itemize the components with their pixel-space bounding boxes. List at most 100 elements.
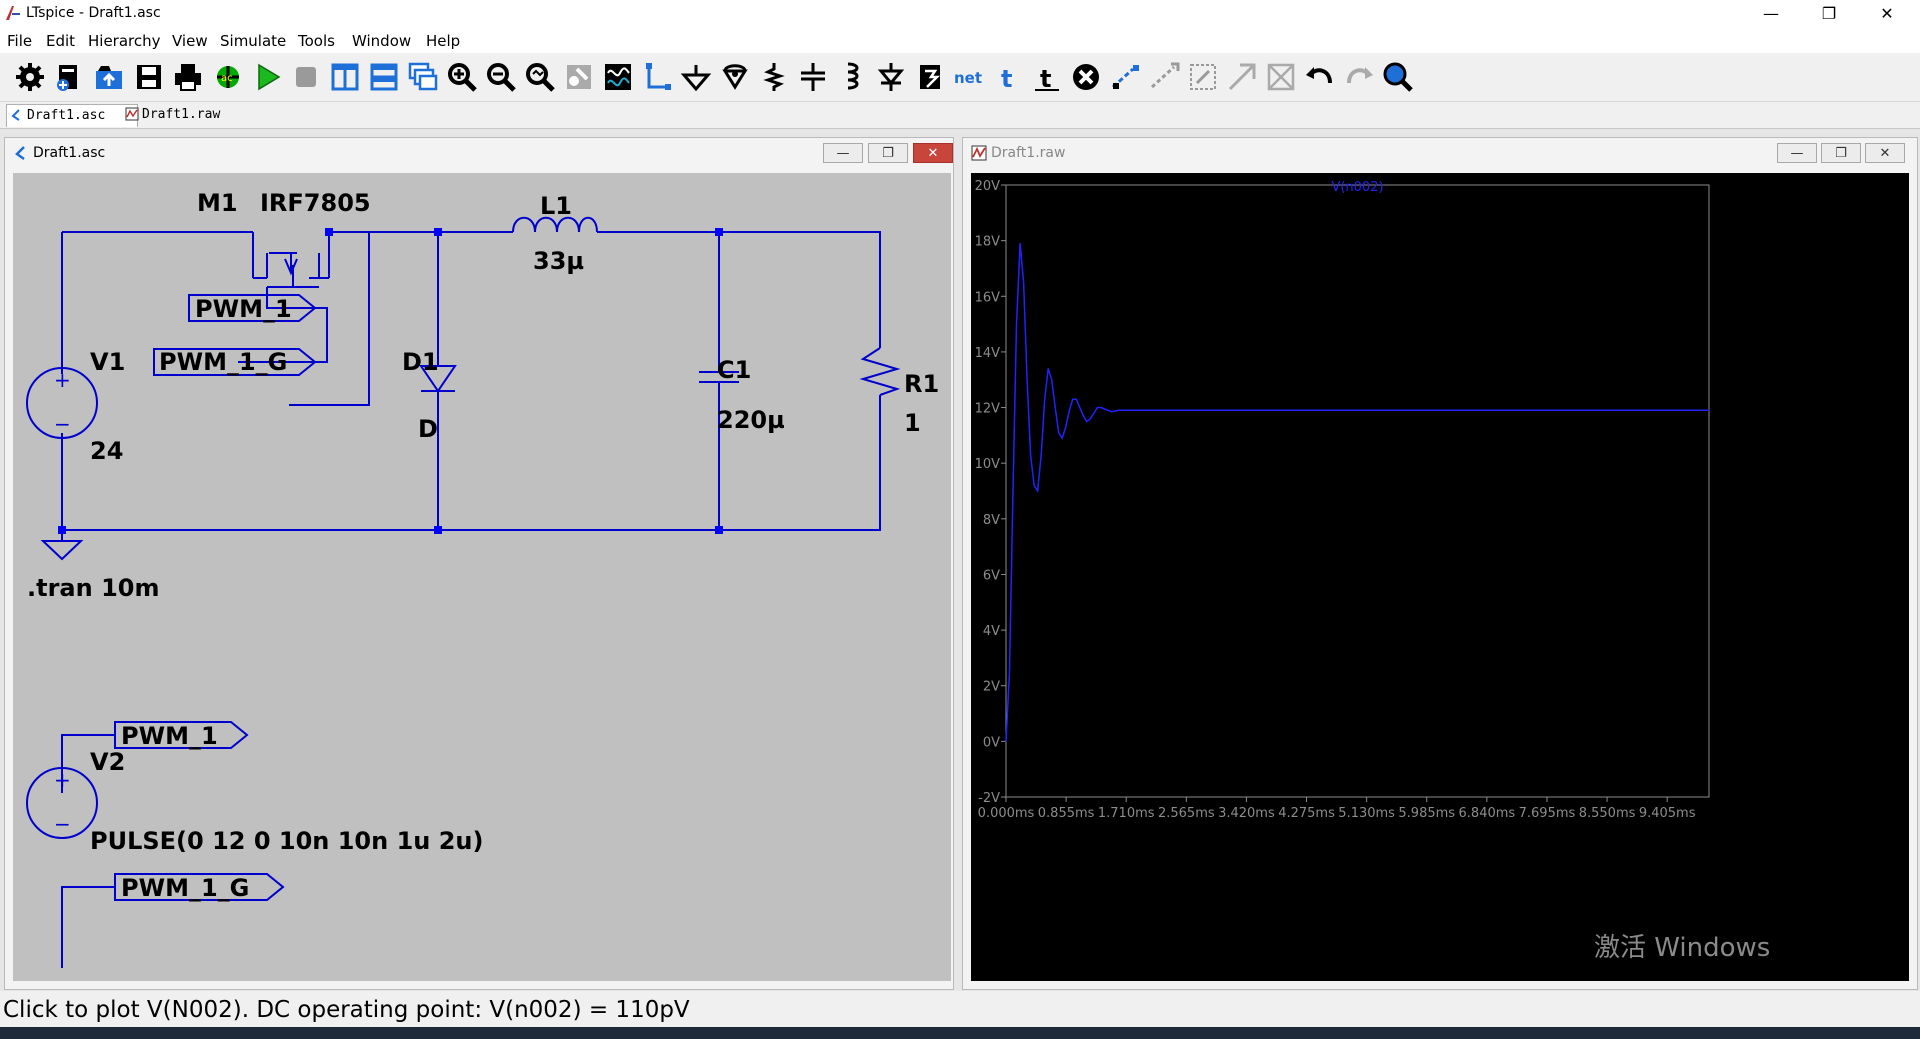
capacitor-icon[interactable] — [797, 61, 829, 93]
plot-background — [971, 173, 1909, 981]
zoom-out-icon[interactable] — [485, 61, 517, 93]
activate-windows-watermark: 激活 Windows — [1594, 933, 1771, 963]
waveform-plot[interactable]: 20V 18V 16V 14V 12V 10V 8V 6V 4V 2V 0V -2V0.000ms 0.… — [971, 173, 1909, 981]
run-icon[interactable] — [251, 61, 283, 93]
close-button[interactable]: ✕ — [1865, 143, 1905, 163]
new-schematic-icon[interactable] — [53, 61, 85, 93]
minimize-button[interactable]: — — [1742, 0, 1800, 29]
maximize-button[interactable]: ❐ — [1821, 143, 1861, 163]
cut-icon[interactable] — [1265, 61, 1297, 93]
ac-analysis-icon[interactable]: ac — [212, 61, 244, 93]
delete-icon[interactable] — [1070, 61, 1102, 93]
trace-point — [1068, 409, 1070, 411]
redo-icon[interactable] — [1343, 61, 1375, 93]
zoom-area-icon[interactable] — [563, 61, 595, 93]
waveform-icon — [125, 107, 139, 121]
close-button[interactable]: ✕ — [913, 143, 953, 163]
y-tick-label: 12V — [975, 402, 1001, 417]
menu-view[interactable]: View — [172, 32, 208, 50]
trace-point — [1030, 454, 1032, 456]
tran-directive[interactable]: .tran 10m — [27, 574, 159, 602]
svg-text:net: net — [954, 69, 982, 87]
trace-point — [1058, 431, 1060, 434]
trace-point — [1022, 281, 1025, 283]
trace-point — [1037, 490, 1039, 492]
trace-point — [1286, 409, 1288, 411]
open-icon[interactable] — [93, 61, 125, 93]
undo-icon[interactable] — [1304, 61, 1336, 93]
trace-point — [1356, 409, 1359, 411]
autoscale-icon[interactable] — [602, 61, 634, 93]
trace-point — [1044, 398, 1046, 400]
menu-simulate[interactable]: Simulate — [220, 32, 286, 50]
tab-draft1-raw[interactable]: Draft1.raw — [122, 104, 252, 126]
spice-directive-icon[interactable]: net — [953, 61, 985, 93]
ground-icon[interactable] — [680, 61, 712, 93]
zoom-fit-icon[interactable] — [524, 61, 556, 93]
x-tick-label: 8.550ms — [1579, 806, 1636, 821]
v2-value-label: PULSE(0 12 0 10n 10n 1u 2u) — [90, 827, 483, 855]
source-plus-sign: + — [54, 368, 71, 392]
drag-icon[interactable] — [1148, 61, 1180, 93]
maximize-button[interactable]: ❐ — [1800, 0, 1858, 29]
move-icon[interactable]: t — [1031, 61, 1063, 93]
cascade-icon[interactable] — [407, 61, 439, 93]
menu-help[interactable]: Help — [426, 32, 460, 50]
menu-edit[interactable]: Edit — [46, 32, 75, 50]
label-net-icon[interactable] — [719, 61, 751, 93]
trace-point — [1079, 406, 1081, 409]
ltspice-logo-icon — [6, 6, 20, 20]
x-tick-label: 5.130ms — [1338, 806, 1395, 821]
source-minus-sign: − — [54, 412, 71, 436]
text-icon[interactable]: t — [992, 61, 1024, 93]
x-tick-label: 4.275ms — [1278, 806, 1335, 821]
c1-value-label: 220µ — [717, 406, 785, 434]
minimize-button[interactable]: — — [823, 143, 863, 163]
title-bar: LTspice - Draft1.asc — ❐ ✕ — [0, 0, 1920, 29]
tile-horizontal-icon[interactable] — [368, 61, 400, 93]
menu-tools[interactable]: Tools — [298, 32, 335, 50]
trace-point — [1008, 671, 1011, 673]
document-tabs: Draft1.asc Draft1.raw — [0, 102, 1920, 129]
trace-point — [1082, 415, 1084, 417]
zoom-in-icon[interactable] — [446, 61, 478, 93]
waveform-window: Draft1.raw — ❐ ✕ 20V 18V 16V 14V 12V 10V 8V 6V 4… — [962, 137, 1918, 990]
x-tick-label: 0.855ms — [1038, 806, 1095, 821]
resistor-icon[interactable] — [758, 61, 790, 93]
duplicate-icon[interactable] — [1109, 61, 1141, 93]
c1-label: C1 — [717, 356, 751, 384]
diode-icon[interactable] — [875, 61, 907, 93]
trace-point — [1160, 409, 1162, 411]
halt-icon[interactable] — [290, 61, 322, 93]
trace-point — [1131, 409, 1134, 411]
tab-draft1-asc[interactable]: Draft1.asc — [6, 104, 138, 127]
trace-point — [1065, 426, 1067, 428]
close-button[interactable]: ✕ — [1858, 0, 1916, 29]
x-tick-label: 9.405ms — [1639, 806, 1696, 821]
inductor-icon[interactable] — [836, 61, 868, 93]
trace-legend-label[interactable]: V(n002) — [1331, 180, 1383, 195]
trace-point — [1072, 398, 1074, 400]
schematic-canvas[interactable]: + − + − M1 IRF7805 L1 33µ V1 24 D1 D C1 … — [13, 173, 951, 981]
component-icon[interactable] — [914, 61, 946, 93]
l1-value-label: 33µ — [533, 247, 584, 275]
maximize-button[interactable]: ❐ — [868, 143, 908, 163]
save-icon[interactable] — [133, 61, 165, 93]
window-title: LTspice - Draft1.asc — [26, 5, 161, 21]
tile-vertical-icon[interactable] — [329, 61, 361, 93]
mirror-icon[interactable] — [1226, 61, 1258, 93]
trace-point — [1124, 409, 1127, 411]
trace-point — [1146, 409, 1148, 411]
settings-icon[interactable] — [14, 61, 46, 93]
menu-window[interactable]: Window — [352, 32, 411, 50]
print-icon[interactable] — [172, 61, 204, 93]
menu-hierarchy[interactable]: Hierarchy — [88, 32, 161, 50]
minimize-button[interactable]: — — [1777, 143, 1817, 163]
trace-point — [1054, 406, 1056, 409]
find-icon[interactable] — [1382, 61, 1414, 93]
rotate-icon[interactable] — [1187, 61, 1219, 93]
menu-file[interactable]: File — [7, 32, 32, 50]
wire-icon[interactable] — [641, 61, 673, 93]
schematic-window-title: Draft1.asc — [33, 145, 106, 161]
d1-model-label: D — [418, 415, 438, 443]
